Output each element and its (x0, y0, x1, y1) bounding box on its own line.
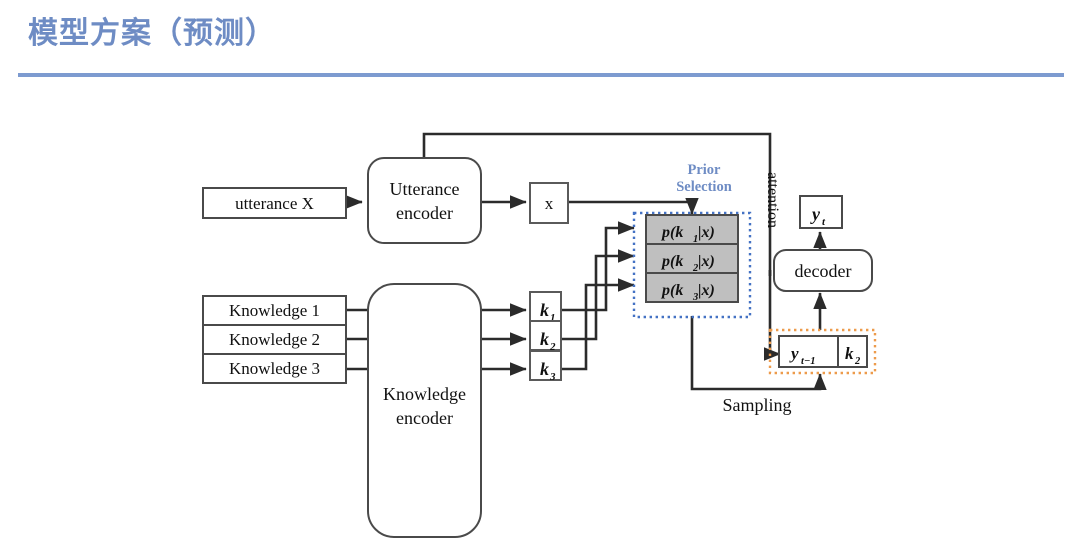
slide-canvas: 模型方案（预测） utterance X Utterance encoder x… (0, 0, 1080, 546)
prior-selection-label-2: Selection (676, 179, 732, 195)
decoder-box: decoder (773, 249, 873, 292)
selected-k-subscript: 2 (854, 356, 861, 367)
edge-k3-to-prior3 (561, 278, 635, 371)
utterance-encoder-rect (367, 157, 482, 244)
sampling-label: Sampling (722, 395, 791, 415)
attention-label: attention (764, 172, 781, 228)
diagram-svg: utterance X Utterance encoder x Knowledg… (202, 132, 877, 538)
prior-cell-1-suffix: |x) (698, 224, 715, 241)
prior-cell-3-rect (645, 272, 739, 303)
knowledge-encoder-label-2: encoder (396, 408, 453, 428)
y-prev-subscript: t−1 (801, 356, 816, 367)
knowledge-input-stack: Knowledge 1 Knowledge 2 Knowledge 3 (202, 295, 347, 384)
utterance-encoder-label-1: Utterance (390, 179, 460, 199)
prior-cell-2-rect (645, 243, 739, 274)
page-title: 模型方案（预测） (28, 17, 276, 50)
utterance-input-box: utterance X (202, 187, 347, 219)
edge-k2-to-prior2 (561, 249, 635, 341)
prior-cell-1-label: p(k (660, 224, 683, 241)
utterance-input-label: utterance X (235, 194, 314, 213)
k1-label: k (540, 300, 549, 320)
edge-x-to-prior (568, 197, 699, 215)
knowledge-vector-stack: k 1 k 2 k 3 (529, 291, 562, 383)
sampling-selection-group: y t−1 k 2 (768, 328, 877, 375)
knowledge-encoder-box: Knowledge encoder (367, 283, 482, 538)
k2-label: k (540, 329, 549, 349)
utterance-encoder-box: Utterance encoder (367, 157, 482, 244)
prior-cell-3-suffix: |x) (698, 282, 715, 299)
knowledge-1-label: Knowledge 1 (229, 301, 320, 320)
prior-selection-label-1: Prior (687, 162, 721, 178)
prior-probability-cells: p(k 1 |x) p(k 2 |x) p(k 3 |x) (645, 214, 739, 303)
title-divider (18, 73, 1064, 77)
prior-cell-2-label: p(k (660, 253, 683, 270)
model-architecture-diagram: utterance X Utterance encoder x Knowledg… (0, 84, 1080, 546)
knowledge-encoder-label-1: Knowledge (383, 384, 466, 404)
utterance-encoder-label-2: encoder (396, 203, 453, 223)
prior-selection-group: Prior Selection p(k 1 |x) p(k 2 |x) p(k … (632, 162, 752, 319)
x-vector-box: x (529, 182, 569, 224)
decoder-label: decoder (795, 261, 852, 281)
prior-cell-2-suffix: |x) (698, 253, 715, 270)
output-yt-label: y (810, 204, 821, 224)
edge-k1-to-prior1 (561, 221, 635, 312)
output-yt-box: y t (799, 195, 843, 229)
prior-cell-3-label: p(k (660, 282, 683, 299)
k3-subscript: 3 (549, 371, 556, 383)
y-prev-label: y (789, 344, 799, 363)
prior-cell-1-rect (645, 214, 739, 245)
output-yt-rect (799, 195, 843, 229)
selected-k-label: k (845, 344, 854, 363)
knowledge-2-label: Knowledge 2 (229, 330, 320, 349)
knowledge-3-label: Knowledge 3 (229, 359, 320, 378)
k3-label: k (540, 359, 549, 379)
x-vector-label: x (545, 194, 554, 213)
